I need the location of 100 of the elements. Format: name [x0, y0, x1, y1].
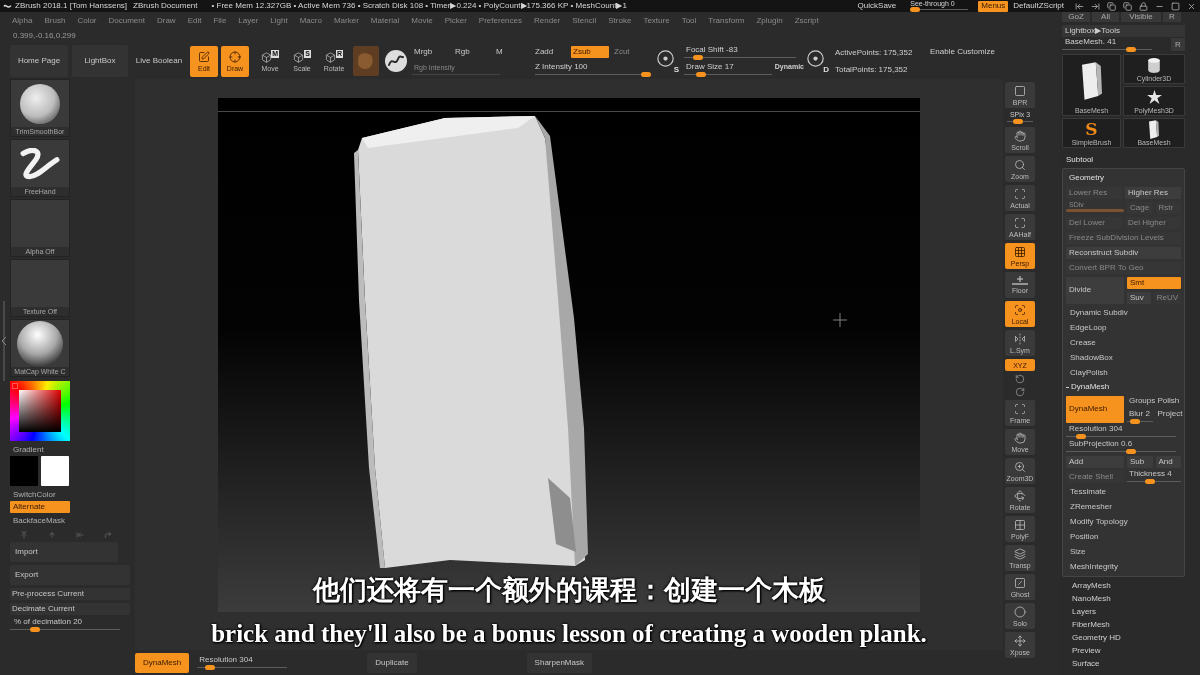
subpalette-item[interactable]: Crease [1066, 338, 1096, 347]
rotate-icon[interactable] [1015, 387, 1025, 397]
enable-customize-button[interactable]: Enable Customize [930, 48, 995, 56]
shelf-button[interactable]: SharpenMask [526, 652, 592, 673]
channel-button[interactable]: Zadd [533, 45, 571, 58]
material-swatch[interactable] [353, 46, 379, 76]
menu-item[interactable]: Color [77, 16, 97, 25]
viewport-canvas[interactable] [218, 98, 920, 612]
menu-item[interactable]: Layer [238, 16, 259, 25]
arrow-right-icon[interactable] [1091, 1, 1100, 11]
shelf-button[interactable]: DynaMesh [135, 652, 190, 673]
arrow-left-icon[interactable] [1075, 1, 1084, 11]
slider-thumb[interactable] [692, 54, 703, 60]
slider-track[interactable] [1062, 47, 1152, 51]
close-icon[interactable] [1187, 1, 1196, 11]
panel-button[interactable]: Reconstruct Subdiv [1066, 246, 1181, 259]
subpalette-item[interactable]: Size [1066, 547, 1086, 556]
palette-section[interactable]: FiberMesh [1062, 618, 1185, 631]
action-button[interactable]: Decimate Current [10, 603, 130, 615]
slider-thumb[interactable] [1076, 433, 1086, 439]
option-button[interactable]: Project [1155, 408, 1181, 419]
menu-item[interactable]: Transform [708, 16, 745, 25]
menu-item[interactable]: Texture [643, 16, 670, 25]
panel-button[interactable]: Import [10, 542, 118, 562]
menu-item[interactable]: Light [270, 16, 288, 25]
panel-button[interactable]: R [1171, 38, 1185, 51]
subpalette-item[interactable]: ShadowBox [1066, 353, 1113, 362]
slider-track[interactable] [1127, 418, 1153, 423]
color-swatch[interactable] [10, 456, 38, 486]
shelf-button[interactable]: LightBox [72, 45, 128, 77]
menu-item[interactable]: Edit [187, 16, 202, 25]
windows-icon[interactable] [1123, 1, 1132, 11]
slider-thumb[interactable] [30, 627, 40, 632]
menu-item[interactable]: Document [108, 16, 145, 25]
slider-track[interactable] [1066, 433, 1176, 439]
palette-section[interactable]: NanoMesh [1062, 592, 1185, 605]
section-header[interactable]: Geometry [1066, 174, 1105, 182]
panel-button[interactable]: Divide [1066, 276, 1124, 304]
palette-section[interactable]: Geometry HD [1062, 631, 1185, 644]
action-button[interactable]: Pre-process Current [10, 588, 130, 600]
subpalette-item[interactable]: Tessimate [1066, 487, 1106, 496]
lightbox-tools-button[interactable]: Lightbox▶Tools [1062, 25, 1185, 37]
alternate-button[interactable]: Alternate [10, 501, 70, 513]
menu-item[interactable]: Tool [681, 16, 697, 25]
slider-thumb[interactable] [1126, 47, 1136, 52]
slider-track[interactable] [535, 71, 651, 77]
subpalette-item[interactable]: ClayPolish [1066, 368, 1108, 377]
subpalette-item[interactable]: MeshIntegrity [1066, 562, 1119, 571]
slider-thumb[interactable] [1126, 448, 1136, 454]
panel-button[interactable]: Export [10, 565, 130, 585]
menu-item[interactable]: Picker [444, 16, 467, 25]
color-picker[interactable] [10, 381, 70, 441]
menu-item[interactable]: Brush [44, 16, 66, 25]
panel-button[interactable]: DynaMesh [1066, 395, 1124, 423]
subtool-header[interactable]: Subtool [1062, 153, 1185, 166]
palette-section[interactable]: Surface [1062, 657, 1185, 670]
slider-thumb[interactable] [1144, 478, 1155, 484]
palette-section[interactable]: Layers [1062, 605, 1185, 618]
menus-button[interactable]: Menus [978, 0, 1009, 12]
panel-handle-icon[interactable] [1, 301, 7, 381]
stroke-icon[interactable] [385, 50, 407, 72]
backface-mask-label[interactable]: BackfaceMask [10, 517, 133, 526]
panel-button[interactable]: GoZ [1062, 12, 1090, 22]
slider-thumb[interactable] [205, 664, 216, 670]
slider-thumb[interactable] [641, 71, 651, 77]
slider-thumb[interactable] [910, 7, 921, 12]
subpalette-item[interactable]: Dynamic Subdiv [1066, 308, 1128, 317]
menu-item[interactable]: Zscript [794, 16, 819, 25]
color-swatch[interactable] [41, 456, 69, 486]
panel-button[interactable]: Smt [1127, 276, 1181, 289]
option-button[interactable]: Blur 2 [1127, 408, 1153, 419]
panel-button[interactable]: And [1155, 455, 1181, 468]
slider-thumb[interactable] [695, 71, 706, 77]
panel-button[interactable]: Visible [1121, 12, 1161, 22]
slider-track[interactable] [1066, 448, 1176, 454]
live-boolean-button[interactable]: Live Boolean [133, 45, 185, 77]
lock-icon[interactable] [1139, 1, 1148, 11]
panel-button[interactable]: Add [1066, 455, 1124, 468]
rotate-icon[interactable] [1015, 374, 1025, 384]
slider-thumb[interactable] [1013, 119, 1024, 124]
menu-item[interactable]: Stroke [608, 16, 632, 25]
slider-thumb[interactable] [1130, 418, 1141, 424]
menu-item[interactable]: Render [534, 16, 561, 25]
menu-item[interactable]: Stencil [572, 16, 597, 25]
section-header[interactable]: DynaMesh [1071, 383, 1110, 391]
switch-color-label[interactable]: SwitchColor [10, 491, 133, 500]
menu-item[interactable]: Alpha [12, 16, 33, 25]
shelf-button[interactable]: Duplicate [367, 652, 417, 673]
channel-button[interactable]: Rgb [453, 45, 494, 58]
size-mode-button[interactable]: D [807, 48, 829, 74]
panel-button[interactable]: Suv [1127, 291, 1151, 304]
slider-track[interactable] [1127, 478, 1181, 484]
menu-item[interactable]: Movie [411, 16, 433, 25]
menu-item[interactable]: Macro [299, 16, 322, 25]
panel-button[interactable]: R [1163, 12, 1181, 22]
subpalette-item[interactable]: ZRemesher [1066, 502, 1112, 511]
channel-button[interactable]: Zsub [571, 45, 609, 58]
channel-button[interactable]: M [494, 45, 533, 58]
subpalette-item[interactable]: Position [1066, 532, 1099, 541]
menu-item[interactable]: Material [370, 16, 400, 25]
